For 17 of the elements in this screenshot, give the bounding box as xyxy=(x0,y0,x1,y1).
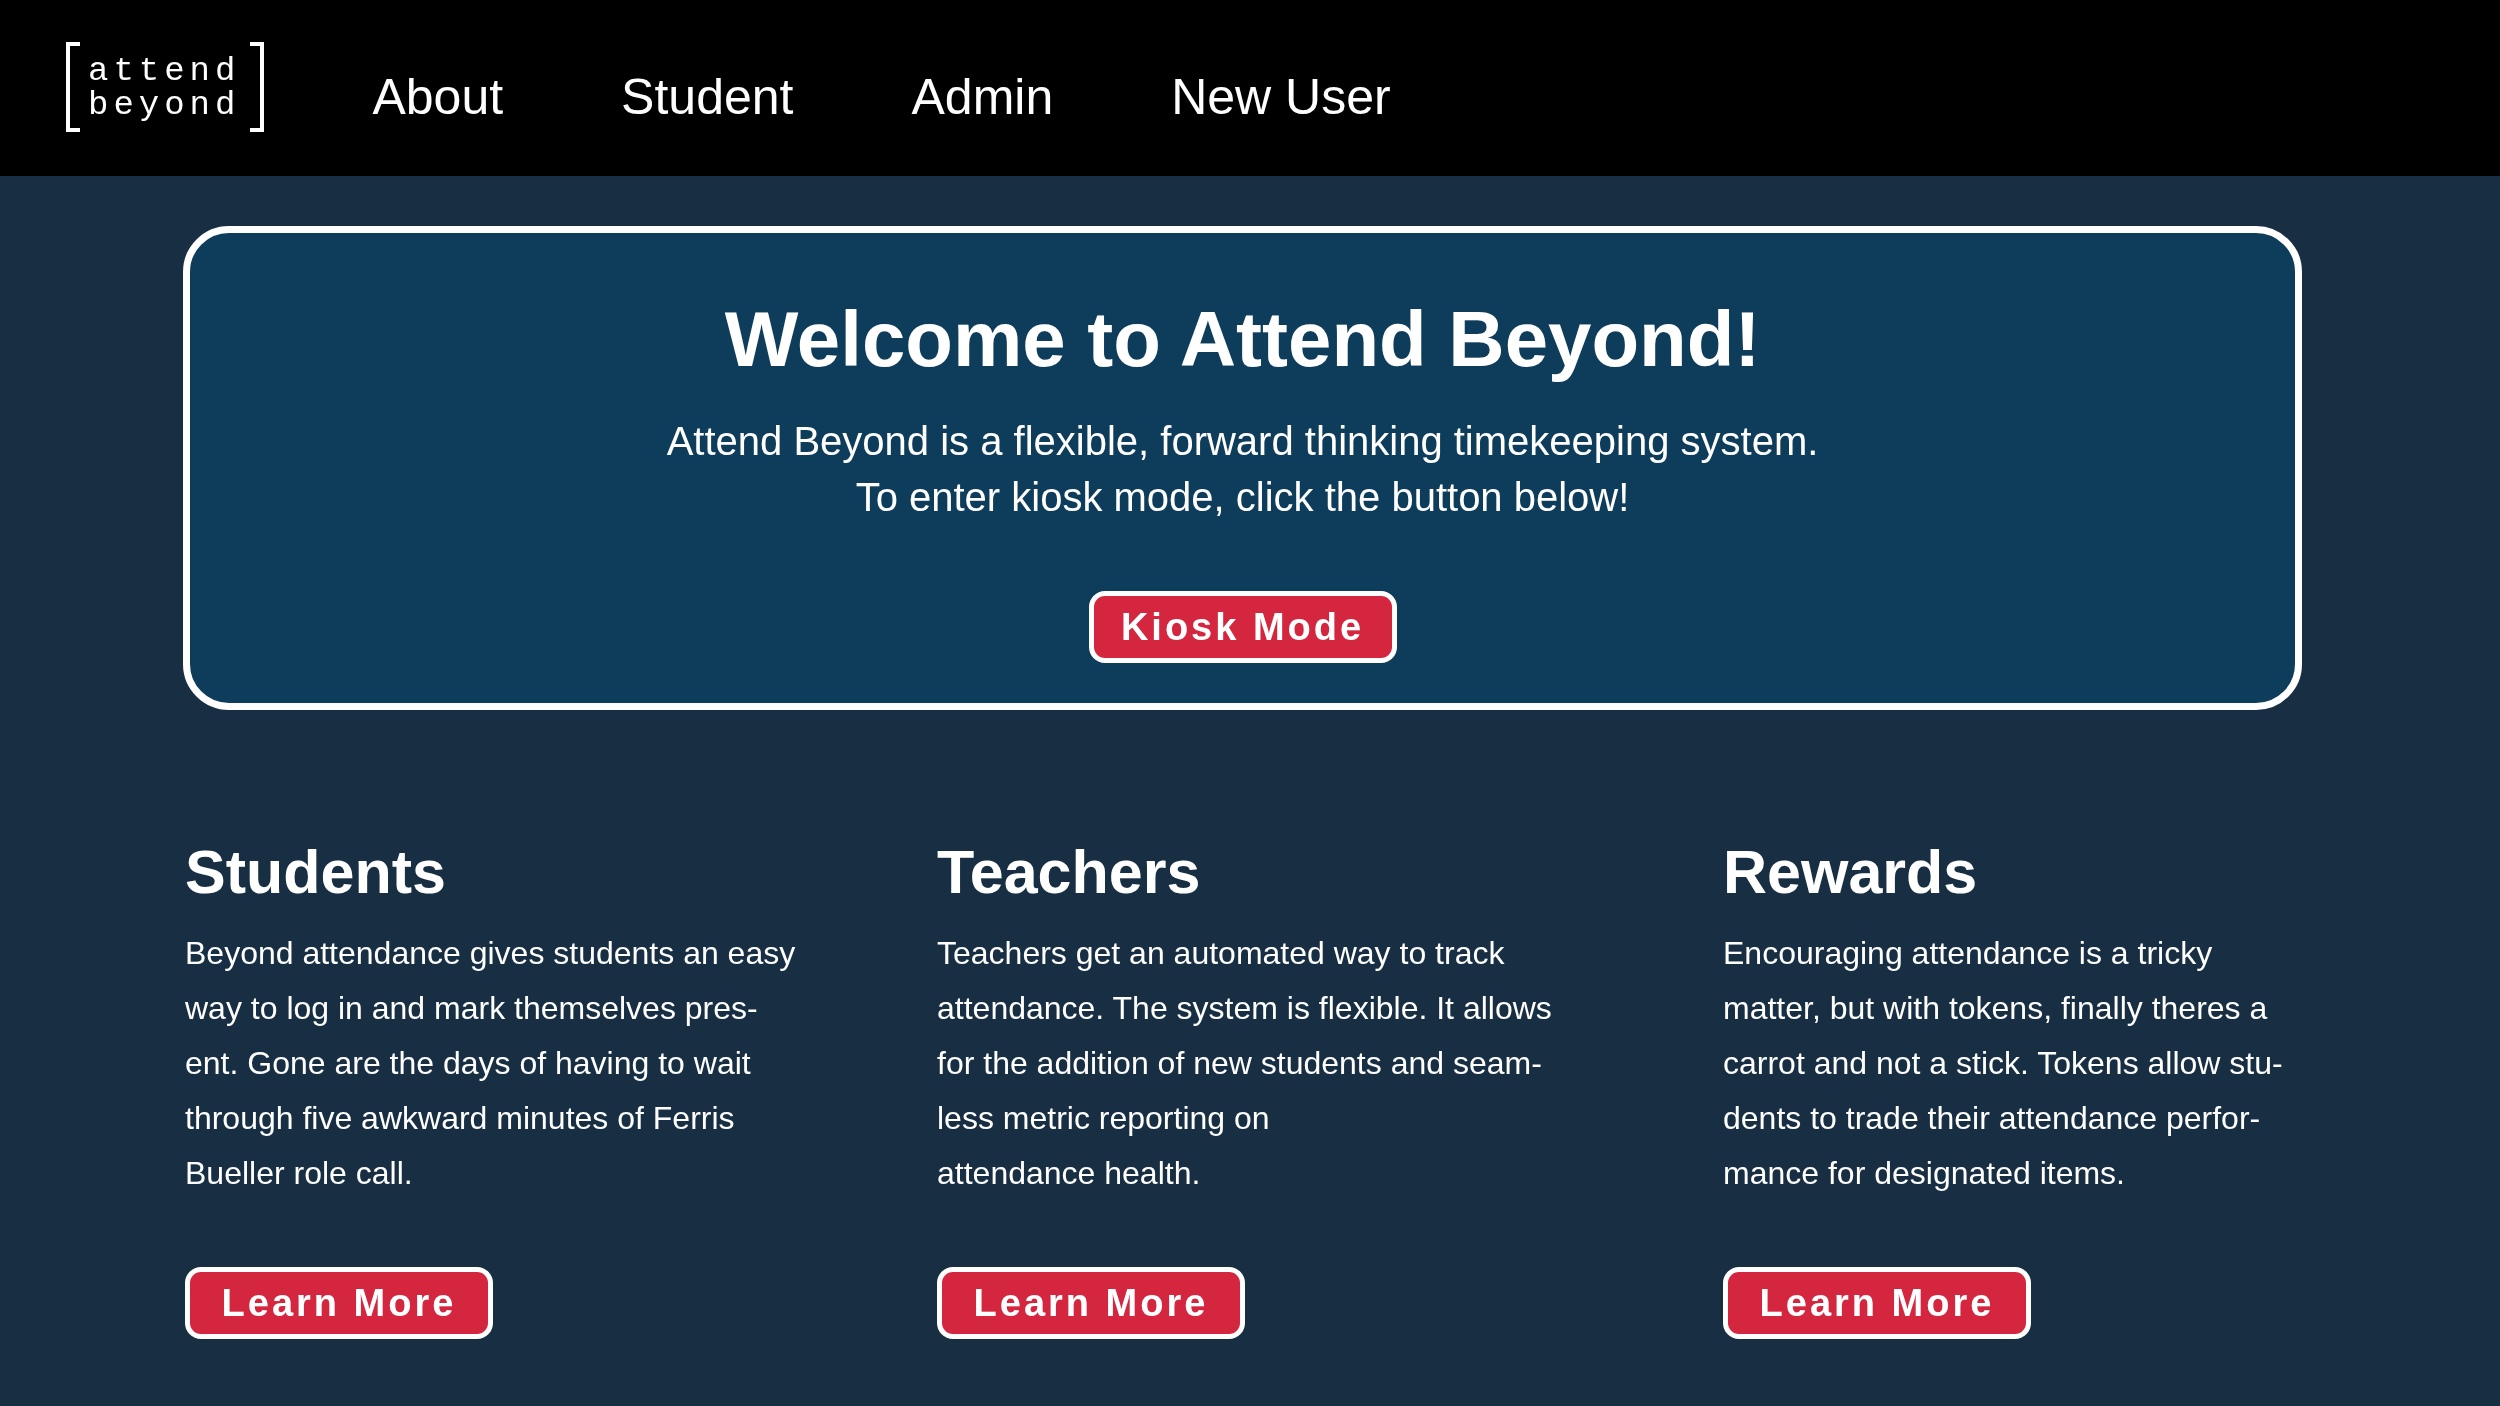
nav-link[interactable]: Admin xyxy=(911,68,1054,126)
feature-description: Beyond attendance gives students an easy way to log in and mark themselves pres- ent. Gone are the days of having to wait through five awkward minutes of Ferris Bueller role call. xyxy=(185,934,796,1193)
learn-more-button[interactable]: Learn More xyxy=(937,1267,1245,1339)
nav-link[interactable]: About xyxy=(372,68,504,126)
nav-link[interactable]: Student xyxy=(621,68,794,126)
feature-heading: Teachers xyxy=(937,837,1201,908)
feature-description: Encouraging attendance is a tricky matter, but with tokens, finally theres a carrot and not a stick. Tokens allow stu- dents to trade their attendance perfor- mance for designated items. xyxy=(1723,934,2283,1193)
learn-more-button[interactable]: Learn More xyxy=(185,1267,493,1339)
kiosk-mode-button[interactable]: Kiosk Mode xyxy=(1088,591,1397,663)
logo[interactable]: attend beyond xyxy=(66,42,265,132)
feature-heading: Students xyxy=(185,837,446,908)
welcome-title: Welcome to Attend Beyond! xyxy=(724,294,1761,385)
learn-more-button[interactable]: Learn More xyxy=(1723,1267,2031,1339)
feature-description: Teachers get an automated way to track attendance. The system is flexible. It allows for the addition of new students and seam- less metric reporting on attendance health. xyxy=(937,934,1552,1193)
welcome-text: Attend Beyond is a flexible, forward thinking timekeeping system. To enter kiosk mode, click the button below! xyxy=(666,418,1819,521)
feature-heading: Rewards xyxy=(1723,837,1978,908)
nav-link[interactable]: New User xyxy=(1171,68,1391,126)
